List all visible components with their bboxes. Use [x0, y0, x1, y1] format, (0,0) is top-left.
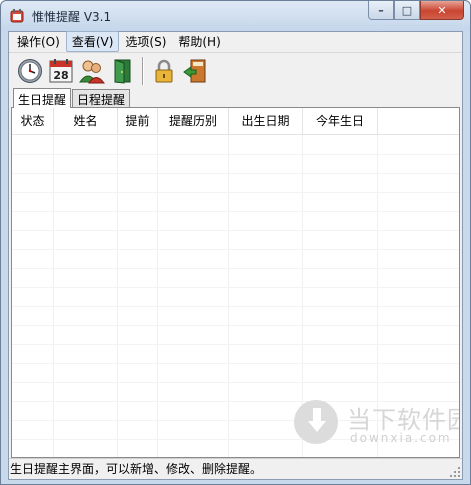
tab-panel: 状态 姓名 提前 提醒历别 出生日期 今年生日 当下软件 downxia.com: [11, 107, 460, 458]
tab-strip: 生日提醒 日程提醒: [13, 88, 131, 108]
minimize-icon: –: [378, 3, 384, 17]
menu-view[interactable]: 查看(V): [65, 31, 120, 52]
list-header: 状态 姓名 提前 提醒历别 出生日期 今年生日: [12, 108, 459, 135]
toolbar-contacts-button[interactable]: [77, 56, 107, 86]
close-button[interactable]: ✕: [420, 1, 464, 20]
menu-options[interactable]: 选项(S): [119, 31, 172, 52]
toolbar-exit-button[interactable]: [180, 56, 210, 86]
grid-line: [12, 173, 459, 174]
watermark-text: 当下软件园: [347, 406, 459, 434]
tab-birthday-reminder[interactable]: 生日提醒: [13, 88, 72, 108]
reminder-list[interactable]: 状态 姓名 提前 提醒历别 出生日期 今年生日 当下软件 downxia.com: [12, 108, 459, 457]
maximize-button[interactable]: □: [394, 1, 420, 20]
grid-line: [12, 287, 459, 288]
column-header-birth-date[interactable]: 出生日期: [229, 108, 303, 135]
menu-bar: 操作(O) 查看(V) 选项(S) 帮助(H): [9, 31, 462, 52]
grid-line: [117, 135, 118, 457]
grid-line: [12, 211, 459, 212]
watermark: 当下软件园 downxia.com: [292, 398, 459, 454]
calendar-icon: 28: [49, 58, 73, 82]
window-title: 惟惟提醒 V3.1: [32, 10, 112, 24]
close-icon: ✕: [437, 3, 447, 17]
toolbar-separator: [142, 56, 144, 85]
column-header-name[interactable]: 姓名: [54, 108, 118, 135]
grid-line: [12, 363, 459, 364]
grid-line: [12, 192, 459, 193]
toolbar-lock-button[interactable]: [149, 56, 179, 86]
grid-line: [12, 249, 459, 250]
column-header-advance[interactable]: 提前: [118, 108, 158, 135]
toolbar-calendar-button[interactable]: 28: [46, 56, 76, 86]
title-bar[interactable]: 惟惟提醒 V3.1 – □ ✕: [1, 1, 470, 31]
grid-line: [157, 135, 158, 457]
column-header-this-year-birthday[interactable]: 今年生日: [303, 108, 378, 135]
toolbar: 28: [9, 52, 462, 88]
client-area: 操作(O) 查看(V) 选项(S) 帮助(H) 28 生日提醒 日程提醒 状态 …: [8, 31, 463, 480]
clock-icon: [18, 58, 42, 83]
toolbar-exit-door-button[interactable]: [108, 56, 138, 86]
grid-line: [12, 154, 459, 155]
grid-line: [12, 230, 459, 231]
grid-line: [12, 306, 459, 307]
grid-line: [12, 382, 459, 383]
calendar-day-label: 28: [53, 69, 68, 82]
column-header-calendar-type[interactable]: 提醒历别: [158, 108, 229, 135]
toolbar-clock-button[interactable]: [15, 56, 45, 86]
window-controls: – □ ✕: [368, 1, 464, 20]
status-text: 生日提醒主界面，可以新增、修改、删除提醒。: [10, 462, 263, 476]
grid-line: [12, 268, 459, 269]
exit-door-icon: [114, 58, 131, 84]
grid-line: [12, 325, 459, 326]
maximize-icon: □: [401, 3, 413, 17]
column-header-status[interactable]: 状态: [12, 108, 54, 135]
grid-line: [228, 135, 229, 457]
grid-line: [53, 135, 54, 457]
menu-operate[interactable]: 操作(O): [11, 31, 66, 52]
grid-line: [12, 344, 459, 345]
tab-schedule-reminder[interactable]: 日程提醒: [72, 89, 131, 107]
download-arrow-icon: [308, 408, 326, 432]
watermark-url: downxia.com: [350, 431, 452, 445]
exit-icon: [183, 59, 206, 82]
menu-help[interactable]: 帮助(H): [172, 31, 226, 52]
app-icon: [10, 9, 24, 23]
app-window: 惟惟提醒 V3.1 – □ ✕ 操作(O) 查看(V) 选项(S) 帮助(H): [0, 0, 471, 485]
minimize-button[interactable]: –: [368, 1, 394, 20]
contacts-icon: [79, 60, 105, 83]
status-bar: 生日提醒主界面，可以新增、修改、删除提醒。: [9, 458, 462, 479]
resize-grip-icon[interactable]: [449, 466, 461, 478]
lock-icon: [155, 59, 173, 82]
